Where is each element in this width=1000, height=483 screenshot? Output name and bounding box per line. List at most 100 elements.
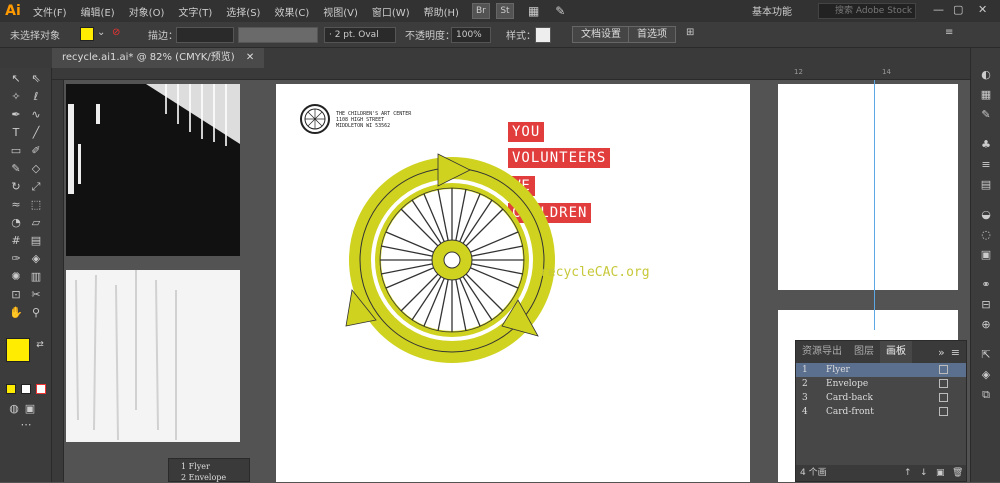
graphic-style-swatch[interactable] (535, 27, 551, 43)
artboard-options-icon[interactable] (939, 379, 948, 388)
tab-layers[interactable]: 图层 (848, 341, 880, 363)
mini-artboard-item[interactable]: 1 Flyer (181, 461, 237, 472)
selection-tool-icon[interactable]: ↖ (8, 72, 24, 86)
horizontal-ruler[interactable]: 12 14 (52, 68, 970, 80)
symbol-sprayer-icon[interactable]: ✺ (8, 270, 24, 284)
type-tool-icon[interactable]: T (8, 126, 24, 140)
menu-view[interactable]: 视图(V) (316, 4, 365, 19)
scale-tool-icon[interactable]: ⤢ (28, 180, 44, 194)
tab-asset-export[interactable]: 资源导出 (796, 341, 848, 363)
menu-object[interactable]: 对象(O) (122, 4, 172, 19)
minimize-icon[interactable]: — (933, 3, 944, 16)
fill-dropdown-icon[interactable]: ⌄ (97, 27, 105, 38)
width-tool-icon[interactable]: ≈ (8, 198, 24, 212)
stock-search-input[interactable]: 搜索 Adobe Stock (818, 3, 916, 19)
gradient-mode-icon[interactable] (21, 384, 31, 394)
pen-tool-icon[interactable]: ✒ (8, 108, 24, 122)
rotate-tool-icon[interactable]: ↻ (8, 180, 24, 194)
panel-options-icon[interactable]: ≡ (945, 27, 953, 38)
edit-toolbar-icon[interactable]: ⋯ (18, 418, 34, 432)
artboard-envelope[interactable] (778, 84, 958, 290)
workspace-switcher[interactable]: 基本功能 (752, 3, 792, 18)
draw-normal-icon[interactable]: ◍ (6, 402, 22, 416)
brush-definition-field[interactable]: · 2 pt. Oval (324, 27, 396, 43)
panel-menu-icon[interactable]: ≡ (951, 346, 966, 359)
mini-artboard-item[interactable]: 2 Envelope (181, 472, 237, 483)
appearance-panel-icon[interactable]: ◌ (979, 228, 993, 242)
move-down-icon[interactable]: ↓ (920, 465, 928, 481)
close-icon[interactable]: ✕ (978, 3, 987, 16)
stroke-swatch-icon[interactable]: ⊘ (112, 27, 120, 38)
new-artboard-icon[interactable]: ▣ (936, 465, 945, 481)
shaper-tool-icon[interactable]: ✎ (8, 162, 24, 176)
artboard-row[interactable]: 1 Flyer (796, 363, 966, 377)
eraser-icon[interactable]: ◇ (28, 162, 44, 176)
direct-selection-tool-icon[interactable]: ⇖ (28, 72, 44, 86)
blend-tool-icon[interactable]: ◈ (28, 252, 44, 266)
document-setup-button[interactable]: 文档设置 (572, 26, 630, 43)
paintbrush-icon[interactable]: ✐ (28, 144, 44, 158)
magic-wand-icon[interactable]: ✧ (8, 90, 24, 104)
shape-builder-icon[interactable]: ◔ (8, 216, 24, 230)
close-tab-icon[interactable]: ✕ (246, 52, 254, 63)
transparency-panel-icon[interactable]: ◒ (979, 208, 993, 222)
color-panel-icon[interactable]: ◐ (979, 68, 993, 82)
artboard-options-icon[interactable] (939, 407, 948, 416)
swap-colors-icon[interactable]: ⇄ (32, 338, 48, 352)
menu-effect[interactable]: 效果(C) (267, 4, 316, 19)
perspective-grid-icon[interactable]: ▱ (28, 216, 44, 230)
arrange-documents-icon[interactable]: ▦ (528, 4, 539, 18)
variable-width-field[interactable] (238, 27, 318, 43)
line-tool-icon[interactable]: ╱ (28, 126, 44, 140)
guide-line[interactable] (874, 80, 875, 330)
eyedropper-icon[interactable]: ✑ (8, 252, 24, 266)
brushes-panel-icon[interactable]: ✎ (979, 108, 993, 122)
gpu-performance-icon[interactable]: ✎ (555, 4, 565, 18)
stroke-weight-field[interactable] (176, 27, 234, 43)
align-panel-icon[interactable]: ⊟ (979, 298, 993, 312)
gradient-tool-icon[interactable]: ▤ (28, 234, 44, 248)
panel-collapse-icon[interactable]: » (938, 346, 951, 359)
menu-select[interactable]: 选择(S) (219, 4, 267, 19)
mesh-tool-icon[interactable]: # (8, 234, 24, 248)
artboards-panel-icon[interactable]: ⧉ (979, 388, 993, 402)
graph-tool-icon[interactable]: ▥ (28, 270, 44, 284)
bridge-button[interactable]: Br (471, 3, 490, 19)
artboard-options-icon[interactable] (939, 393, 948, 402)
move-up-icon[interactable]: ↑ (904, 465, 912, 481)
lasso-icon[interactable]: ℓ (28, 90, 44, 104)
links-panel-icon[interactable]: ⚭ (979, 278, 993, 292)
rectangle-tool-icon[interactable]: ▭ (8, 144, 24, 158)
stroke-panel-icon[interactable]: ≡ (979, 158, 993, 172)
menu-file[interactable]: 文件(F) (26, 4, 74, 19)
hand-tool-icon[interactable]: ✋ (8, 306, 24, 320)
graphic-styles-icon[interactable]: ▣ (979, 248, 993, 262)
asset-export-icon[interactable]: ⇱ (979, 348, 993, 362)
free-transform-icon[interactable]: ⬚ (28, 198, 44, 212)
artboard-tool-icon[interactable]: ⊡ (8, 288, 24, 302)
menu-help[interactable]: 帮助(H) (417, 4, 466, 19)
none-mode-icon[interactable] (36, 384, 46, 394)
tab-artboards[interactable]: 画板 (880, 341, 912, 363)
menu-type[interactable]: 文字(T) (171, 4, 219, 19)
artboard-row[interactable]: 2 Envelope (796, 377, 966, 391)
align-icon[interactable]: ⊞ (686, 27, 694, 38)
screen-mode-icon[interactable]: ▣ (22, 402, 38, 416)
artboard-row[interactable]: 4 Card-front (796, 405, 966, 419)
swatches-panel-icon[interactable]: ▦ (979, 88, 993, 102)
slice-tool-icon[interactable]: ✂ (28, 288, 44, 302)
gradient-panel-icon[interactable]: ▤ (979, 178, 993, 192)
stock-button[interactable]: St (495, 3, 514, 19)
menu-edit[interactable]: 编辑(E) (74, 4, 122, 19)
document-tab[interactable]: recycle.ai1.ai* @ 82% (CMYK/预览) ✕ (52, 48, 265, 68)
maximize-icon[interactable]: ▢ (953, 3, 963, 16)
vertical-ruler[interactable] (52, 80, 64, 482)
symbols-panel-icon[interactable]: ♣ (979, 138, 993, 152)
delete-artboard-icon[interactable]: 🗑 (952, 465, 963, 481)
fill-color-box[interactable] (6, 338, 30, 362)
color-mode-icon[interactable] (6, 384, 16, 394)
zoom-tool-icon[interactable]: ⚲ (28, 306, 44, 320)
layers-panel-icon[interactable]: ◈ (979, 368, 993, 382)
artboard-options-icon[interactable] (939, 365, 948, 374)
curvature-tool-icon[interactable]: ∿ (28, 108, 44, 122)
